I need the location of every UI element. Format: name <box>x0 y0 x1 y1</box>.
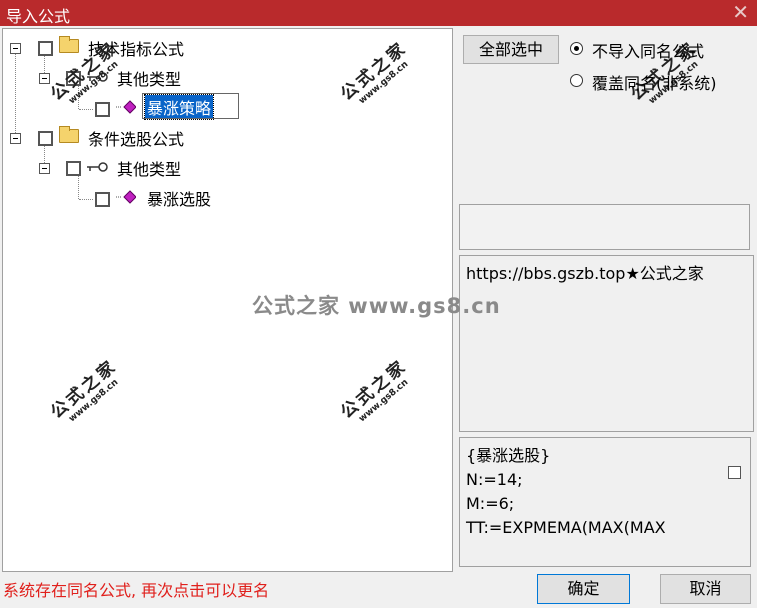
center-watermark-text: 公式之家 www.gs8.cn <box>252 294 501 318</box>
select-all-button[interactable]: 全部选中 <box>463 35 559 64</box>
cancel-button[interactable]: 取消 <box>660 574 751 604</box>
collapse-icon[interactable] <box>39 73 50 84</box>
window-title: 导入公式 <box>6 7 71 26</box>
ok-button[interactable]: 确定 <box>537 574 630 604</box>
tree-connector <box>44 143 45 165</box>
node-checkbox[interactable] <box>38 131 53 146</box>
formula-preview-box[interactable]: {暴涨选股} N:=14; M:=6; TT:=EXPMEMA(MAX(MAX <box>459 437 751 567</box>
node-label: 暴涨选股 <box>147 190 212 209</box>
tree-connector <box>79 199 93 200</box>
formula-code-text: {暴涨选股} N:=14; M:=6; TT:=EXPMEMA(MAX(MAX <box>466 446 666 537</box>
folder-icon <box>59 126 79 143</box>
title-bar: 导入公式 ✕ <box>0 0 757 26</box>
close-icon[interactable]: ✕ <box>732 0 749 24</box>
node-checkbox[interactable] <box>95 192 110 207</box>
tree-connector <box>15 49 16 139</box>
node-label: 其他类型 <box>117 70 182 89</box>
description-text: https://bbs.gszb.top★公式之家 <box>466 264 704 283</box>
description-box: https://bbs.gszb.top★公式之家 <box>459 255 754 432</box>
key-icon <box>87 162 108 172</box>
status-message: 系统存在同名公式, 再次点击可以更名 <box>3 581 270 600</box>
radio-label-overwrite[interactable]: 覆盖同名(非系统) <box>592 70 717 94</box>
blank-info-box <box>459 204 750 250</box>
node-label: 条件选股公式 <box>88 130 185 149</box>
tree-connector <box>44 53 45 75</box>
radio-skip-duplicates[interactable] <box>570 42 583 55</box>
node-checkbox[interactable] <box>66 161 81 176</box>
node-label: 其他类型 <box>117 160 182 179</box>
preview-checkbox[interactable] <box>728 466 741 479</box>
collapse-icon[interactable] <box>39 163 50 174</box>
collapse-icon[interactable] <box>10 43 21 54</box>
rename-edit-box[interactable] <box>142 93 239 119</box>
radio-label-skip[interactable]: 不导入同名公式 <box>592 38 704 62</box>
node-checkbox[interactable] <box>95 102 110 117</box>
node-checkbox[interactable] <box>38 41 53 56</box>
folder-icon <box>59 36 79 53</box>
tree-connector <box>78 175 79 199</box>
tree-connector <box>79 109 93 110</box>
gem-icon <box>116 100 136 114</box>
collapse-icon[interactable] <box>10 133 21 144</box>
radio-overwrite[interactable] <box>570 74 583 87</box>
gem-icon <box>116 190 136 204</box>
